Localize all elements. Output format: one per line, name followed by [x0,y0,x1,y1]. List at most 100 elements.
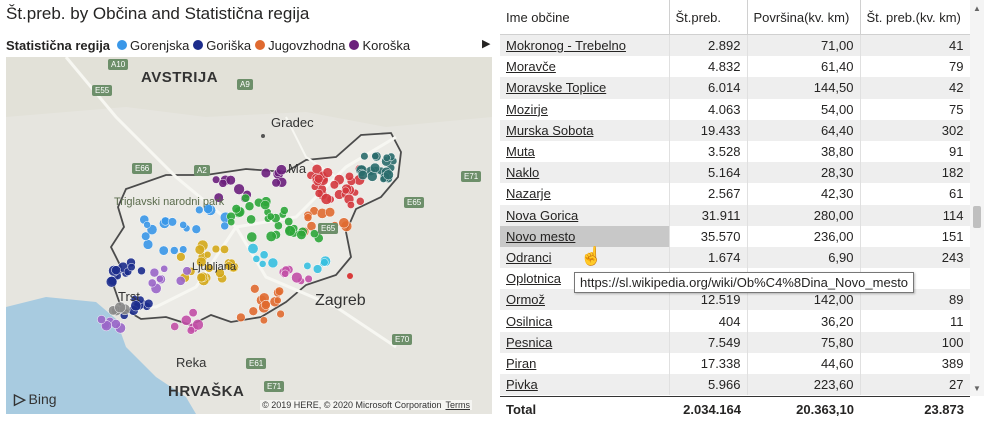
terms-link[interactable]: Terms [446,400,471,410]
municipality-dot[interactable] [188,308,198,318]
municipality-dot[interactable] [170,246,179,255]
municipality-dot[interactable] [356,197,365,206]
scroll-down-icon[interactable]: ▼ [973,384,981,393]
cell-municipality-name[interactable]: Murska Sobota [500,119,670,141]
municipality-dot[interactable] [265,230,277,242]
cell-municipality-name[interactable]: Pivka [500,374,670,396]
municipality-dot[interactable] [180,314,192,326]
municipality-dot[interactable] [179,221,188,229]
municipality-dot[interactable] [167,217,177,227]
municipality-dot[interactable] [273,296,282,305]
municipality-dot[interactable] [274,286,284,296]
municipality-dot[interactable] [341,186,350,195]
cell-municipality-name[interactable]: Nova Gorica [500,204,670,226]
cell-municipality-name[interactable]: Pesnica [500,331,670,353]
municipality-dot[interactable] [105,276,118,288]
cell-municipality-name[interactable]: Naklo [500,162,670,184]
municipality-dot[interactable] [303,261,312,270]
municipality-dot[interactable] [194,244,205,255]
municipality-dot[interactable] [276,309,285,319]
municipality-dot[interactable] [211,244,221,254]
municipality-dot[interactable] [175,275,186,286]
table-scrollbar[interactable]: ▲ ▼ [970,0,984,396]
municipality-dot[interactable] [127,263,136,272]
municipality-dot[interactable] [246,214,256,225]
column-header-population[interactable]: Št.preb. [669,0,748,35]
municipality-dot[interactable] [179,245,188,254]
municipality-dot[interactable] [346,200,355,209]
municipality-dot[interactable] [259,250,269,260]
municipality-dot[interactable] [233,183,245,195]
municipality-dot[interactable] [250,284,260,294]
municipality-dot[interactable] [220,244,229,254]
municipality-dot[interactable] [160,264,169,273]
cell-municipality-name[interactable]: Muta [500,140,670,163]
column-header-area[interactable]: Površina(kv. km) [747,0,861,35]
municipality-dot[interactable] [225,175,236,186]
column-header-name[interactable]: Ime občine [500,0,670,35]
legend-item[interactable]: Jugovzhodna [255,38,345,53]
table-visual[interactable]: Ime občine Št.preb. Površina(kv. km) Št.… [500,0,986,421]
cell-municipality-name[interactable]: Osilnica [500,310,670,332]
municipality-dot[interactable] [246,231,258,243]
cell-municipality-name[interactable]: Mozirje [500,98,670,120]
municipality-dot[interactable] [248,306,258,316]
legend-item[interactable]: Gorenjska [117,38,189,53]
municipality-dot[interactable] [324,207,336,218]
municipality-dot[interactable] [304,274,313,283]
municipality-dot[interactable] [266,212,275,221]
municipality-dot[interactable] [186,326,196,335]
municipality-dot[interactable] [371,152,380,161]
cell-municipality-name[interactable]: Moravče [500,56,670,78]
municipality-dot[interactable] [357,169,368,181]
municipality-dot[interactable] [260,300,271,310]
municipality-dot[interactable] [280,206,289,215]
municipality-dot[interactable] [313,174,324,184]
municipality-dot[interactable] [345,171,354,181]
cell-municipality-name[interactable]: Mokronog - Trebelno [500,34,670,57]
municipality-dot[interactable] [170,322,180,331]
legend-item[interactable]: Koroška [349,38,410,53]
municipality-dot[interactable] [143,221,151,229]
cell-municipality-name[interactable]: Novo mesto [500,225,670,247]
municipality-dot[interactable] [259,316,268,325]
municipality-dot[interactable] [176,252,186,262]
municipality-dot[interactable] [142,239,154,250]
scroll-up-icon[interactable]: ▲ [973,4,981,13]
municipality-dot[interactable] [312,264,323,274]
municipality-dot[interactable] [236,312,246,323]
map-visual[interactable]: Št.preb. by Občina and Statistična regij… [0,0,494,420]
scroll-thumb[interactable] [973,206,981,228]
municipality-dot[interactable] [322,167,333,178]
municipality-dot[interactable] [291,271,303,284]
municipality-dot[interactable] [141,231,151,241]
municipality-dot[interactable] [227,218,236,226]
municipality-dot[interactable] [231,204,241,214]
municipality-dot[interactable] [284,217,294,227]
legend-next-icon[interactable]: ▶ [482,37,490,50]
municipality-dot[interactable] [296,229,307,240]
municipality-dot[interactable] [320,193,333,205]
municipality-dot[interactable] [284,225,296,237]
municipality-dot[interactable] [338,217,350,229]
municipality-dot[interactable] [383,169,394,181]
municipality-dot[interactable] [329,180,339,190]
municipality-dot[interactable] [369,162,381,174]
municipality-dot[interactable] [137,266,146,276]
municipality-dot[interactable] [260,200,271,210]
municipality-dot[interactable] [244,201,255,211]
municipality-dot[interactable] [182,266,192,276]
municipality-dot[interactable] [191,224,201,234]
municipality-dot[interactable] [320,258,329,267]
municipality-dot[interactable] [158,245,169,256]
municipality-dot[interactable] [218,178,228,188]
cell-municipality-name[interactable]: Moravske Toplice [500,77,670,99]
municipality-dot[interactable] [382,153,391,162]
municipality-dot[interactable] [149,267,160,278]
municipality-dot[interactable] [97,315,106,324]
map-canvas[interactable]: AVSTRIJA HRVAŠKA Gradec Zagreb Reka Ma T… [6,57,492,414]
municipality-dot[interactable] [260,167,271,179]
cell-municipality-name[interactable]: Nazarje [500,183,670,205]
cell-municipality-name[interactable]: Piran [500,352,670,374]
municipality-dot[interactable] [111,265,121,276]
